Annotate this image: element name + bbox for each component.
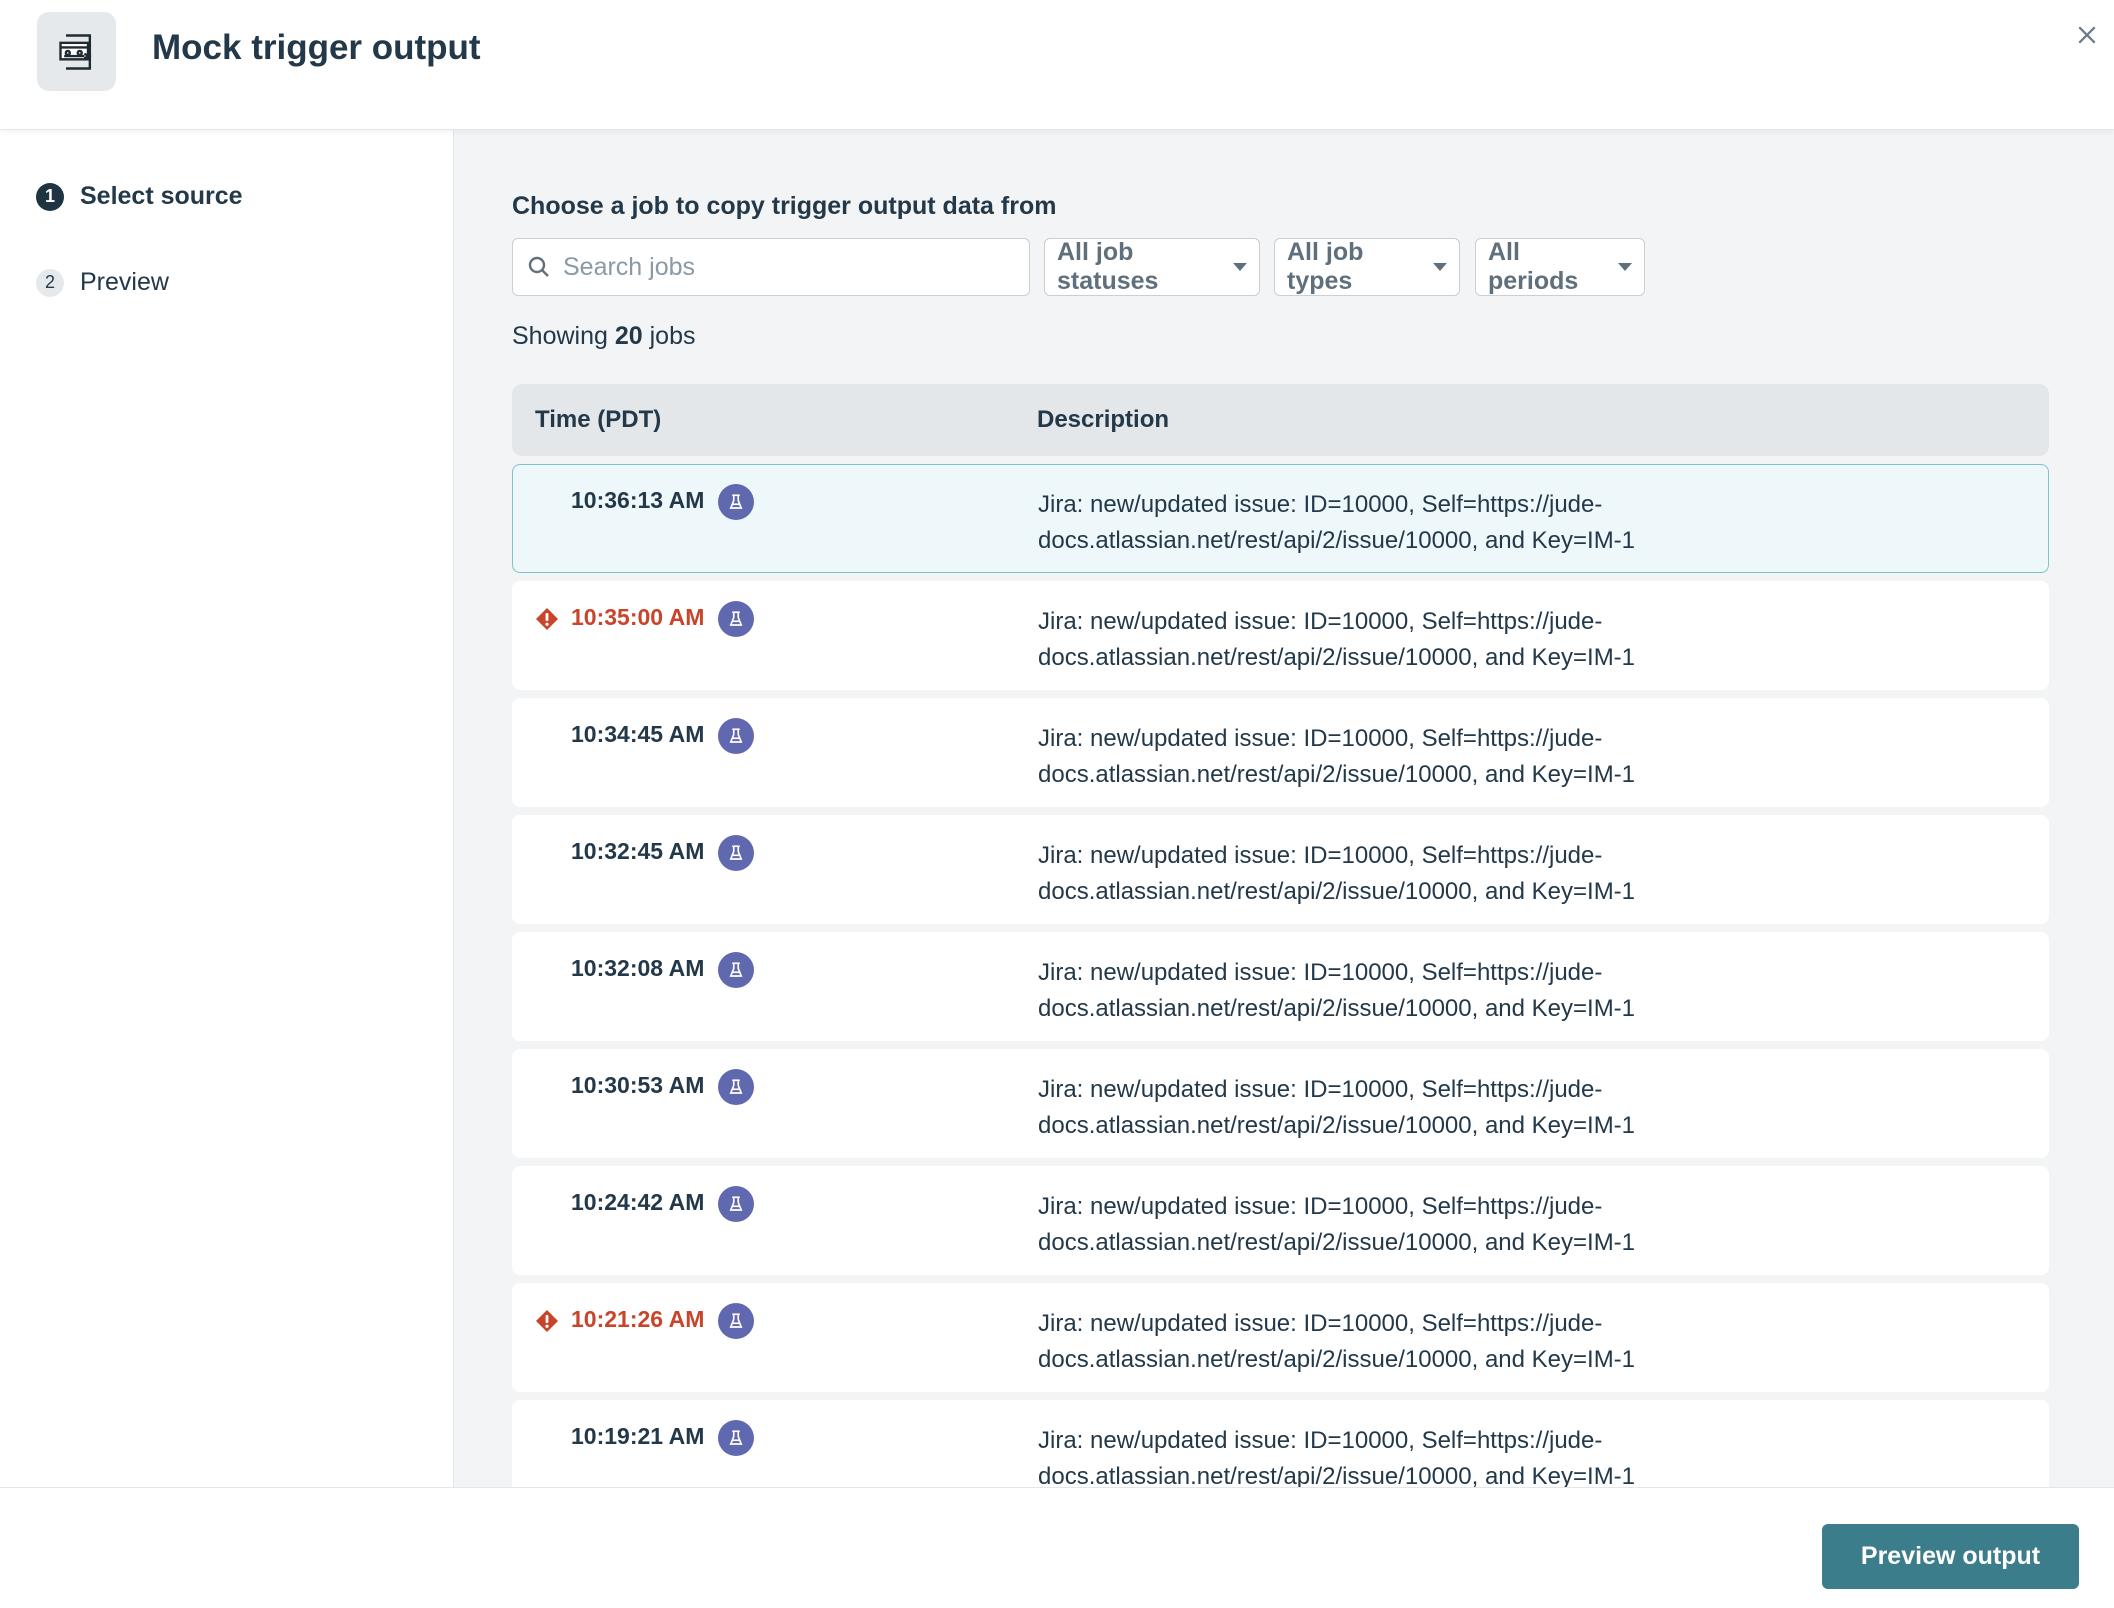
table-row[interactable]: 10:19:21 AM Jira: new/updated issue: ID=1… (512, 1400, 2049, 1487)
section-title: Choose a job to copy trigger output data… (512, 192, 1057, 220)
table-row[interactable]: 10:30:53 AM Jira: new/updated issue: ID=1… (512, 1049, 2049, 1158)
period-filter-label: All periods (1488, 238, 1579, 295)
job-status-filter[interactable]: All job statuses (1044, 238, 1260, 296)
flask-icon (718, 1186, 755, 1222)
time-cell: 10:36:13 AM (513, 465, 1038, 572)
job-type-filter-label: All job types (1287, 238, 1364, 295)
error-icon (536, 608, 558, 630)
time-cell: 10:24:42 AM (513, 1167, 1038, 1274)
close-button[interactable] (2070, 18, 2104, 52)
jobs-count-value: 20 (614, 322, 643, 350)
job-time: 10:35:00 AM (571, 604, 705, 630)
cassette-tape-icon (37, 12, 116, 91)
job-description: Jira: new/updated issue: ID=10000, Self=… (1038, 1076, 1636, 1139)
table-header: Time (PDT) Description (512, 384, 2049, 456)
caret-down-icon (1233, 263, 1247, 271)
time-cell: 10:32:08 AM (513, 933, 1038, 1040)
time-cell: 10:30:53 AM (513, 1050, 1038, 1157)
job-time: 10:24:42 AM (571, 1189, 705, 1215)
job-time: 10:21:26 AM (571, 1306, 705, 1332)
jobs-count-prefix: Showing (512, 322, 608, 350)
job-description: Jira: new/updated issue: ID=10000, Self=… (1038, 1427, 1636, 1487)
dialog-header: Mock trigger output (0, 0, 2114, 130)
job-description: Jira: new/updated issue: ID=10000, Self=… (1038, 725, 1636, 788)
job-status-filter-label: All job statuses (1057, 238, 1159, 295)
flask-icon (718, 1420, 755, 1456)
job-description: Jira: new/updated issue: ID=10000, Self=… (1038, 1193, 1636, 1256)
job-time: 10:30:53 AM (571, 1072, 705, 1098)
step-preview[interactable]: 2 Preview (36, 268, 169, 297)
job-time: 10:19:21 AM (571, 1423, 705, 1449)
time-cell: 10:34:45 AM (513, 699, 1038, 806)
job-time: 10:32:08 AM (571, 955, 705, 981)
column-header-time: Time (PDT) (535, 406, 662, 433)
main-content: Choose a job to copy trigger output data… (454, 130, 2114, 1487)
table-row[interactable]: 10:35:00 AM Jira: new/updated issue: ID=1… (512, 581, 2049, 690)
table-row[interactable]: 10:24:42 AM Jira: new/updated issue: ID=1… (512, 1166, 2049, 1275)
step-label: Preview (80, 268, 169, 296)
column-header-description: Description (1037, 406, 1170, 433)
caret-down-icon (1618, 263, 1632, 271)
jobs-table: Time (PDT) Description 10:36:13 AM Jira: … (512, 384, 2049, 1487)
step-number: 2 (36, 268, 64, 297)
search-icon (528, 256, 549, 277)
flask-icon (718, 601, 755, 637)
table-row[interactable]: 10:34:45 AM Jira: new/updated issue: ID=1… (512, 698, 2049, 807)
flask-icon (718, 1069, 755, 1105)
error-icon (536, 1310, 558, 1332)
job-time: 10:36:13 AM (571, 487, 705, 513)
preview-output-button[interactable]: Preview output (1822, 1524, 2079, 1589)
time-cell: 10:35:00 AM (513, 582, 1038, 689)
job-description: Jira: new/updated issue: ID=10000, Self=… (1038, 491, 1636, 554)
jobs-count-suffix: jobs (649, 322, 696, 350)
dialog-footer: Preview output (0, 1487, 2114, 1608)
flask-icon (718, 718, 755, 754)
wizard-steps: 1 Select source 2 Preview (0, 130, 454, 1487)
time-cell: 10:19:21 AM (513, 1401, 1038, 1487)
search-jobs-input[interactable] (563, 252, 1003, 282)
job-time: 10:34:45 AM (571, 721, 705, 747)
table-row[interactable]: 10:21:26 AM Jira: new/updated issue: ID=1… (512, 1283, 2049, 1392)
flask-icon (718, 835, 755, 871)
search-jobs-field[interactable] (512, 238, 1030, 296)
step-select-source[interactable]: 1 Select source (36, 182, 243, 211)
time-cell: 10:32:45 AM (513, 816, 1038, 923)
table-row[interactable]: 10:32:45 AM Jira: new/updated issue: ID=1… (512, 815, 2049, 924)
flask-icon (718, 484, 755, 520)
period-filter[interactable]: All periods (1475, 238, 1645, 296)
job-description: Jira: new/updated issue: ID=10000, Self=… (1038, 959, 1636, 1022)
flask-icon (718, 952, 755, 988)
jobs-count: Showing 20 jobs (512, 322, 696, 351)
table-row[interactable]: 10:32:08 AM Jira: new/updated issue: ID=1… (512, 932, 2049, 1041)
table-body: 10:36:13 AM Jira: new/updated issue: ID=1… (512, 464, 2049, 1487)
job-time: 10:32:45 AM (571, 838, 705, 864)
step-number: 1 (36, 182, 64, 211)
step-label: Select source (80, 182, 243, 210)
table-row[interactable]: 10:36:13 AM Jira: new/updated issue: ID=1… (512, 464, 2049, 573)
close-icon (2078, 26, 2096, 44)
job-description: Jira: new/updated issue: ID=10000, Self=… (1038, 1310, 1636, 1373)
job-description: Jira: new/updated issue: ID=10000, Self=… (1038, 608, 1636, 671)
time-cell: 10:21:26 AM (513, 1284, 1038, 1391)
caret-down-icon (1433, 263, 1447, 271)
job-description: Jira: new/updated issue: ID=10000, Self=… (1038, 842, 1636, 905)
job-type-filter[interactable]: All job types (1274, 238, 1460, 296)
flask-icon (718, 1303, 755, 1339)
dialog-title: Mock trigger output (152, 28, 481, 67)
